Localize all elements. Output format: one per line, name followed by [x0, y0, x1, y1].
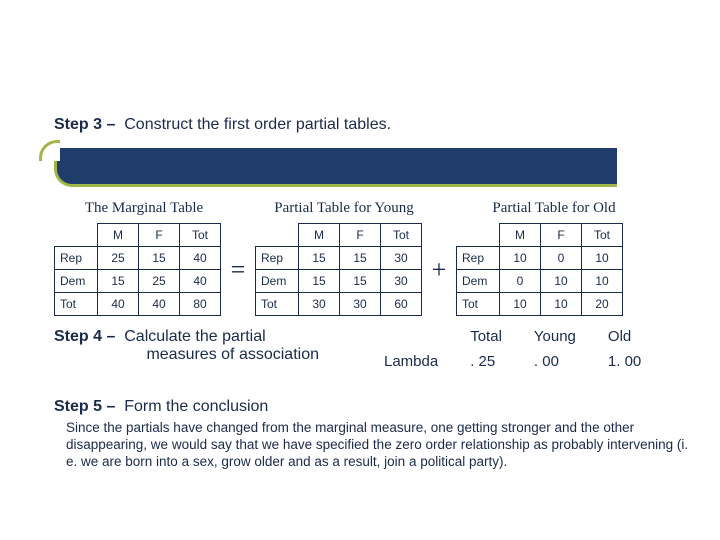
assoc-old: 1. 00: [592, 349, 657, 374]
table-cell: 10: [582, 270, 623, 293]
table-cell: 25: [98, 247, 139, 270]
assoc-row-label: Lambda: [368, 349, 454, 374]
table-cell: 80: [180, 293, 221, 316]
table-cell: Tot: [55, 293, 98, 316]
table-cell: 0: [541, 247, 582, 270]
plus-operator: +: [422, 255, 456, 285]
table-cell: 0: [500, 270, 541, 293]
step5-section: Step 5 – Form the conclusion Since the p…: [54, 398, 690, 471]
step5-title-text: Form the conclusion: [124, 398, 268, 415]
step3-text: Construct the first order partial tables…: [124, 116, 391, 133]
table-cell: M: [500, 224, 541, 247]
table-cell: 40: [180, 247, 221, 270]
equals-operator: =: [221, 255, 255, 285]
caption-young: Partial Table for Young: [256, 200, 432, 217]
step4-text2: measures of association: [146, 346, 319, 363]
table-cell: 20: [582, 293, 623, 316]
step4-text1: Calculate the partial: [124, 328, 265, 345]
tables-section: The Marginal Table Partial Table for You…: [54, 200, 642, 316]
assoc-h-young: Young: [518, 324, 592, 349]
table-cell: Rep: [457, 247, 500, 270]
table-cell: Tot: [180, 224, 221, 247]
table-cell: M: [299, 224, 340, 247]
table-cell: Tot: [457, 293, 500, 316]
step4-line: Step 4 – Calculate the partial measures …: [54, 328, 359, 364]
table-cell: Tot: [256, 293, 299, 316]
step3-label: Step 3 –: [54, 116, 115, 133]
table-cell: 10: [541, 293, 582, 316]
table-cell: 30: [299, 293, 340, 316]
table-cell: 40: [98, 293, 139, 316]
table-cell: [55, 224, 98, 247]
table-cell: F: [139, 224, 180, 247]
table-cell: Rep: [256, 247, 299, 270]
table-cell: [457, 224, 500, 247]
table-cell: 40: [180, 270, 221, 293]
table-cell: 15: [139, 247, 180, 270]
table-cell: 10: [500, 293, 541, 316]
table-cell: F: [541, 224, 582, 247]
step4-label: Step 4 –: [54, 328, 115, 345]
old-table: M F Tot Rep 10 0 10 Dem 0 10 10 Tot: [456, 223, 623, 316]
table-cell: 15: [98, 270, 139, 293]
assoc-total: . 25: [454, 349, 518, 374]
marginal-table: M F Tot Rep 25 15 40 Dem 15 25 40 To: [54, 223, 221, 316]
table-cell: 15: [340, 247, 381, 270]
table-cell: 30: [381, 270, 422, 293]
table-cell: 60: [381, 293, 422, 316]
assoc-young: . 00: [518, 349, 592, 374]
table-cell: 15: [299, 270, 340, 293]
caption-marginal: The Marginal Table: [66, 200, 222, 217]
table-cell: Tot: [582, 224, 623, 247]
slide: Step 3 – Construct the first order parti…: [0, 0, 720, 540]
table-cell: 30: [340, 293, 381, 316]
table-cell: 10: [541, 270, 582, 293]
table-cell: 15: [340, 270, 381, 293]
table-cell: Rep: [55, 247, 98, 270]
young-table: M F Tot Rep 15 15 30 Dem 15 15 30 To: [255, 223, 422, 316]
table-cell: 30: [381, 247, 422, 270]
table-cell: 15: [299, 247, 340, 270]
table-cell: M: [98, 224, 139, 247]
table-cell: Dem: [55, 270, 98, 293]
caption-old: Partial Table for Old: [466, 200, 642, 217]
step5-label: Step 5 –: [54, 398, 115, 415]
table-cell: 10: [500, 247, 541, 270]
table-cell: [256, 224, 299, 247]
assoc-h-total: Total: [454, 324, 518, 349]
table-cell: Tot: [381, 224, 422, 247]
table-cell: 10: [582, 247, 623, 270]
accent-bar: [54, 148, 617, 187]
association-table: Total Young Old Lambda . 25 . 00 1. 00: [368, 324, 657, 374]
table-cell: 40: [139, 293, 180, 316]
step3-line: Step 3 – Construct the first order parti…: [54, 116, 682, 140]
table-cell: 25: [139, 270, 180, 293]
table-cell: F: [340, 224, 381, 247]
table-cell: Dem: [256, 270, 299, 293]
table-cell: Dem: [457, 270, 500, 293]
step5-body: Since the partials have changed from the…: [54, 420, 690, 471]
assoc-h-old: Old: [592, 324, 657, 349]
